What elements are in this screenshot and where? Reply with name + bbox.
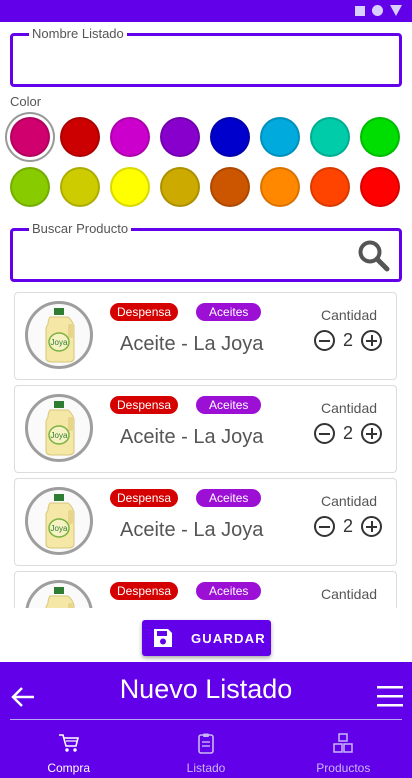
plus-circle-icon[interactable]: [361, 516, 382, 537]
color-swatch[interactable]: [160, 167, 200, 207]
back-triangle-icon[interactable]: [390, 5, 402, 16]
minus-circle-icon[interactable]: [314, 423, 335, 444]
svg-text:Joya: Joya: [51, 524, 68, 533]
category-badge: Despensa: [110, 489, 179, 507]
color-swatch[interactable]: [260, 167, 300, 207]
category-badge: Despensa: [110, 303, 179, 321]
plus-circle-icon[interactable]: [361, 423, 382, 444]
product-name: Aceite - La Joya: [120, 333, 264, 355]
nav-item-productos[interactable]: Productos: [275, 732, 412, 775]
color-swatch[interactable]: [10, 167, 50, 207]
page-title: Nuevo Listado: [119, 674, 293, 704]
search-input[interactable]: [25, 245, 349, 269]
quantity-stepper: 2: [314, 516, 382, 537]
product-image: Joya: [25, 301, 93, 369]
color-swatch[interactable]: [260, 117, 300, 157]
nav-item-listado[interactable]: Listado: [137, 732, 274, 775]
color-swatch[interactable]: [10, 117, 50, 157]
product-name: Aceite - La Joya: [120, 519, 264, 541]
color-swatch[interactable]: [110, 117, 150, 157]
clipboard-icon: [195, 732, 217, 759]
app-root: Nombre Listado Color Buscar Producto Joy…: [0, 0, 412, 778]
product-card[interactable]: Joya Despensa Aceites Aceite - La Joya Canti…: [14, 385, 397, 473]
list-name-input[interactable]: [25, 50, 349, 74]
cart-icon: [58, 732, 80, 759]
svg-text:Joya: Joya: [51, 338, 68, 347]
category-badge: Despensa: [110, 396, 179, 414]
product-image: Joya: [25, 487, 93, 555]
quantity-value: 2: [342, 423, 353, 443]
product-name: Aceite - La Joya: [120, 426, 264, 448]
color-palette: [10, 117, 410, 207]
product-image: Joya: [25, 580, 93, 608]
app-bar: Nuevo Listado Compra Listado Productos: [0, 662, 412, 778]
subcategory-badge: Aceites: [196, 396, 262, 414]
color-swatch[interactable]: [310, 117, 350, 157]
quantity-stepper: 2: [314, 330, 382, 351]
color-swatch[interactable]: [110, 167, 150, 207]
list-name-field[interactable]: Nombre Listado: [10, 26, 402, 87]
hamburger-menu-icon[interactable]: [377, 684, 403, 708]
plus-circle-icon[interactable]: [361, 330, 382, 351]
color-label: Color: [10, 94, 42, 109]
minus-circle-icon[interactable]: [314, 516, 335, 537]
product-card[interactable]: Joya Despensa Aceites Aceite - La Joya Canti…: [14, 292, 397, 380]
color-swatch[interactable]: [160, 117, 200, 157]
subcategory-badge: Aceites: [196, 303, 262, 321]
quantity-label: Cantidad: [321, 493, 378, 509]
floppy-disk-icon: [154, 629, 172, 647]
quantity-value: 2: [342, 516, 353, 536]
color-swatch[interactable]: [60, 117, 100, 157]
product-card[interactable]: Joya Despensa Aceites Aceite - La Joya Canti…: [14, 478, 397, 566]
bottom-nav: Compra Listado Productos: [0, 732, 412, 775]
search-label: Buscar Producto: [29, 221, 132, 237]
subcategory-badge: Aceites: [196, 489, 262, 507]
quantity-value: 2: [342, 330, 353, 350]
app-bar-divider: [10, 719, 402, 720]
color-swatch[interactable]: [310, 167, 350, 207]
save-button-label: GUARDAR: [191, 630, 266, 646]
color-swatch[interactable]: [360, 117, 400, 157]
quantity-label: Cantidad: [321, 307, 378, 323]
product-card[interactable]: JoyaDespensaAceitesAceite - La JoyaCanti…: [14, 571, 397, 608]
home-icon[interactable]: [372, 5, 383, 16]
quantity-label: Cantidad: [321, 586, 378, 602]
nav-item-compra[interactable]: Compra: [0, 732, 137, 775]
search-field[interactable]: Buscar Producto: [10, 221, 402, 282]
color-swatch[interactable]: [60, 167, 100, 207]
product-image: Joya: [25, 394, 93, 462]
color-swatch[interactable]: [210, 117, 250, 157]
list-name-label: Nombre Listado: [29, 26, 127, 42]
nav-label: Productos: [316, 761, 371, 775]
minus-circle-icon[interactable]: [314, 330, 335, 351]
color-swatch[interactable]: [210, 167, 250, 207]
product-list[interactable]: Joya Despensa Aceites Aceite - La Joya Canti…: [14, 292, 398, 608]
status-bar: [0, 0, 412, 22]
svg-text:Joya: Joya: [51, 431, 68, 440]
search-icon[interactable]: [357, 239, 391, 273]
subcategory-badge: Aceites: [196, 582, 262, 600]
quantity-label: Cantidad: [321, 400, 378, 416]
nav-label: Listado: [186, 761, 226, 775]
boxes-icon: [332, 732, 354, 759]
quantity-stepper: 2: [314, 423, 382, 444]
category-badge: Despensa: [110, 582, 179, 600]
color-swatch[interactable]: [360, 167, 400, 207]
save-button[interactable]: GUARDAR: [142, 620, 271, 656]
nav-label: Compra: [47, 761, 90, 775]
recent-apps-icon[interactable]: [355, 5, 365, 16]
